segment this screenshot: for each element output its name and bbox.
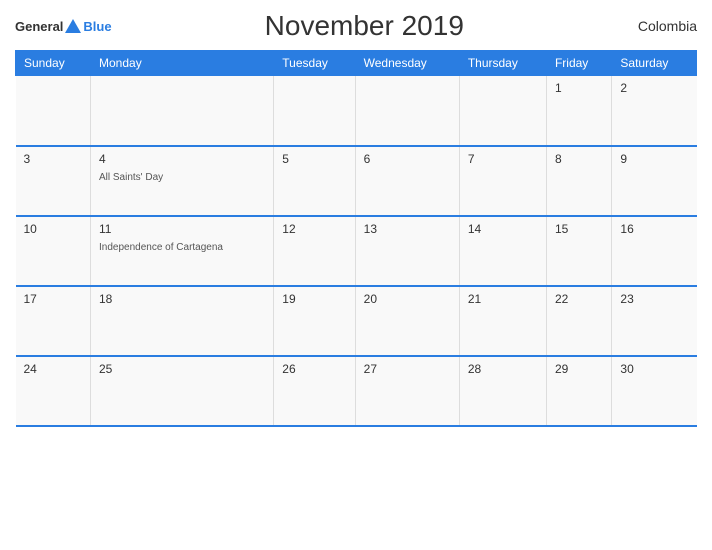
day-number: 3 [24, 152, 83, 166]
day-number: 11 [99, 222, 265, 236]
day-number: 27 [364, 362, 451, 376]
calendar-cell [459, 76, 546, 146]
calendar-cell [16, 76, 91, 146]
day-number: 10 [24, 222, 83, 236]
calendar-header: SundayMondayTuesdayWednesdayThursdayFrid… [16, 51, 697, 76]
day-number: 19 [282, 292, 346, 306]
calendar-week-row: 10 11 Independence of Cartagena 12 13 14 15 16 [16, 216, 697, 286]
calendar-week-row: 17 18 19 20 21 22 23 [16, 286, 697, 356]
days-header-row: SundayMondayTuesdayWednesdayThursdayFrid… [16, 51, 697, 76]
calendar-cell: 25 [91, 356, 274, 426]
calendar-cell: 1 [546, 76, 611, 146]
day-number: 16 [620, 222, 688, 236]
day-header-saturday: Saturday [612, 51, 697, 76]
calendar-table: SundayMondayTuesdayWednesdayThursdayFrid… [15, 50, 697, 427]
day-number: 9 [620, 152, 688, 166]
day-event: Independence of Cartagena [99, 242, 223, 253]
calendar-cell: 5 [274, 146, 355, 216]
calendar-week-row: 12 [16, 76, 697, 146]
calendar-cell: 18 [91, 286, 274, 356]
day-number: 26 [282, 362, 346, 376]
day-number: 17 [24, 292, 83, 306]
calendar-cell: 6 [355, 146, 459, 216]
day-number: 4 [99, 152, 265, 166]
calendar-cell: 4 All Saints' Day [91, 146, 274, 216]
calendar-cell: 9 [612, 146, 697, 216]
day-event: All Saints' Day [99, 172, 163, 183]
calendar-cell: 13 [355, 216, 459, 286]
day-number: 23 [620, 292, 688, 306]
calendar-cell: 14 [459, 216, 546, 286]
logo-general-text: General [15, 19, 63, 34]
calendar-cell: 24 [16, 356, 91, 426]
calendar-cell: 21 [459, 286, 546, 356]
day-number: 28 [468, 362, 538, 376]
day-number: 2 [620, 81, 688, 95]
day-header-thursday: Thursday [459, 51, 546, 76]
day-number: 24 [24, 362, 83, 376]
day-header-wednesday: Wednesday [355, 51, 459, 76]
day-header-friday: Friday [546, 51, 611, 76]
calendar-cell: 28 [459, 356, 546, 426]
day-number: 30 [620, 362, 688, 376]
calendar-cell [274, 76, 355, 146]
calendar-cell: 29 [546, 356, 611, 426]
day-number: 25 [99, 362, 265, 376]
calendar-cell: 12 [274, 216, 355, 286]
calendar-title: November 2019 [112, 10, 617, 42]
logo-triangle-icon [65, 19, 81, 33]
logo-blue-text: Blue [83, 19, 111, 34]
calendar-body: 1234All Saints' Day567891011Independence… [16, 76, 697, 426]
calendar-cell: 16 [612, 216, 697, 286]
day-number: 12 [282, 222, 346, 236]
day-number: 15 [555, 222, 603, 236]
calendar-week-row: 3 4 All Saints' Day 5 6 7 8 9 [16, 146, 697, 216]
day-number: 29 [555, 362, 603, 376]
header: General Blue November 2019 Colombia [15, 10, 697, 42]
calendar-cell: 20 [355, 286, 459, 356]
day-number: 14 [468, 222, 538, 236]
calendar-cell: 30 [612, 356, 697, 426]
day-number: 7 [468, 152, 538, 166]
calendar-cell: 3 [16, 146, 91, 216]
calendar-cell: 27 [355, 356, 459, 426]
calendar-cell: 19 [274, 286, 355, 356]
day-number: 18 [99, 292, 265, 306]
page: General Blue November 2019 Colombia Sund… [0, 0, 712, 550]
calendar-cell: 7 [459, 146, 546, 216]
calendar-cell: 2 [612, 76, 697, 146]
day-header-sunday: Sunday [16, 51, 91, 76]
day-number: 1 [555, 81, 603, 95]
day-number: 21 [468, 292, 538, 306]
day-header-tuesday: Tuesday [274, 51, 355, 76]
day-number: 8 [555, 152, 603, 166]
calendar-cell: 17 [16, 286, 91, 356]
calendar-cell: 23 [612, 286, 697, 356]
day-number: 5 [282, 152, 346, 166]
logo: General Blue [15, 19, 112, 34]
calendar-cell: 8 [546, 146, 611, 216]
calendar-cell: 11 Independence of Cartagena [91, 216, 274, 286]
calendar-cell: 26 [274, 356, 355, 426]
calendar-week-row: 24 25 26 27 28 29 30 [16, 356, 697, 426]
calendar-cell: 10 [16, 216, 91, 286]
day-number: 6 [364, 152, 451, 166]
day-number: 22 [555, 292, 603, 306]
day-number: 20 [364, 292, 451, 306]
country-label: Colombia [617, 18, 697, 34]
calendar-cell: 22 [546, 286, 611, 356]
calendar-cell: 15 [546, 216, 611, 286]
calendar-cell [91, 76, 274, 146]
calendar-cell [355, 76, 459, 146]
day-header-monday: Monday [91, 51, 274, 76]
day-number: 13 [364, 222, 451, 236]
